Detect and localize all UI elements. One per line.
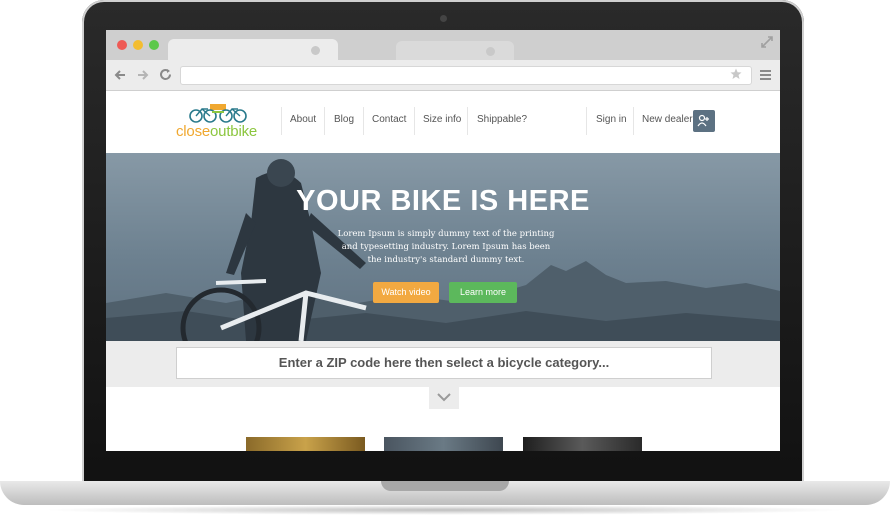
hero-banner: YOUR BIKE IS HERE Lorem Ipsum is simply … [106, 153, 780, 341]
minimize-window-button[interactable] [133, 40, 143, 50]
bookmark-star-icon[interactable] [730, 68, 742, 80]
category-thumbnail[interactable] [523, 437, 642, 451]
hero-description: Lorem Ipsum is simply dummy text of the … [337, 229, 555, 265]
close-window-button[interactable] [117, 40, 127, 50]
nav-contact[interactable]: Contact [372, 114, 406, 125]
sign-in-link[interactable]: Sign in [596, 114, 627, 125]
add-user-icon [697, 114, 709, 127]
add-dealer-button[interactable] [693, 110, 715, 132]
zip-code-input[interactable]: Enter a ZIP code here then select a bicy… [176, 347, 712, 379]
nav-divider [633, 107, 634, 135]
new-dealer-link[interactable]: New dealer [642, 114, 693, 125]
nav-blog[interactable]: Blog [334, 114, 354, 125]
logo-part-out: out [210, 123, 231, 140]
fullscreen-icon[interactable] [761, 36, 773, 48]
browser-tab-inactive[interactable] [396, 41, 514, 60]
nav-size-info[interactable]: Size info [423, 114, 461, 125]
nav-divider [586, 107, 587, 135]
hero-title: YOUR BIKE IS HERE [296, 185, 590, 217]
browser-tab-active[interactable] [168, 39, 338, 61]
camera-dot [440, 15, 447, 22]
logo-part-close: close [176, 123, 211, 140]
forward-arrow-icon[interactable] [137, 69, 149, 81]
watch-video-button[interactable]: Watch video [373, 282, 439, 303]
reload-icon[interactable] [159, 68, 172, 81]
logo-part-bike: bike [230, 123, 258, 140]
nav-shippable[interactable]: Shippable? [477, 114, 527, 125]
laptop-shadow [40, 505, 850, 515]
back-arrow-icon[interactable] [114, 69, 126, 81]
browser-window: closeoutbike About Blog Contact Size inf… [106, 30, 780, 451]
nav-about[interactable]: About [290, 114, 316, 125]
nav-divider [363, 107, 364, 135]
nav-divider [281, 107, 282, 135]
menu-icon[interactable] [760, 69, 771, 80]
nav-divider [414, 107, 415, 135]
chevron-down-icon [437, 393, 451, 402]
logo-text[interactable]: closeoutbike [176, 123, 257, 140]
nav-divider [467, 107, 468, 135]
laptop-notch [381, 481, 509, 491]
logo-bikes-icon[interactable] [188, 102, 248, 124]
tab-close-icon[interactable] [311, 46, 320, 55]
address-bar[interactable] [180, 66, 752, 85]
category-thumbnail[interactable] [384, 437, 503, 451]
category-thumbnail[interactable] [246, 437, 365, 451]
learn-more-button[interactable]: Learn more [449, 282, 517, 303]
site-header: closeoutbike About Blog Contact Size inf… [106, 91, 780, 153]
nav-divider [324, 107, 325, 135]
tab-close-icon[interactable] [486, 47, 495, 56]
maximize-window-button[interactable] [149, 40, 159, 50]
zip-search-strip: Enter a ZIP code here then select a bicy… [106, 341, 780, 387]
scroll-down-button[interactable] [429, 387, 459, 409]
